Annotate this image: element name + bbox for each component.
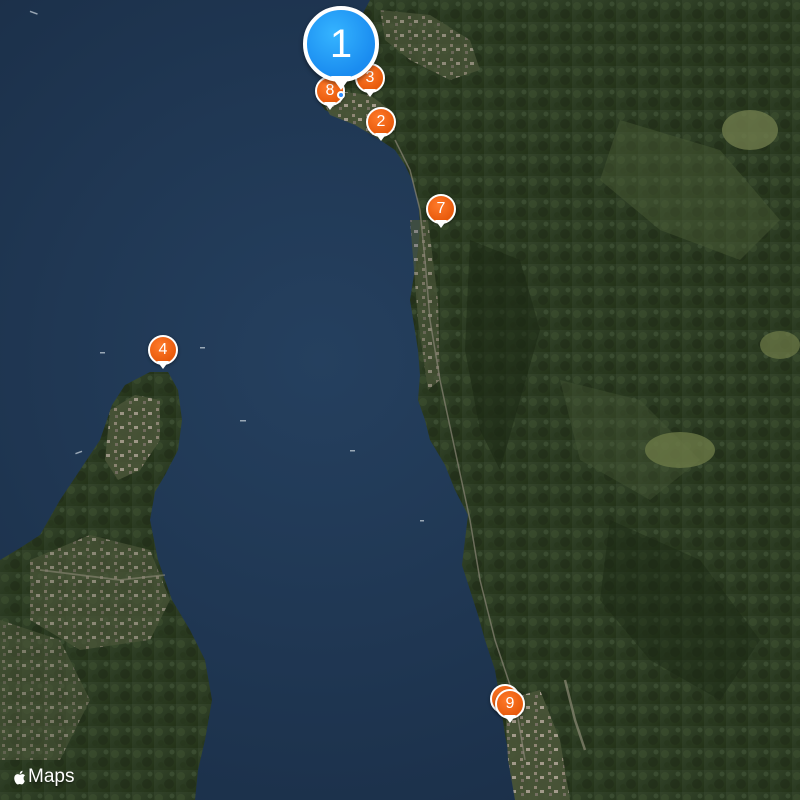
map-marker-4[interactable]: 4 <box>148 335 178 373</box>
marker-pointer <box>324 102 336 110</box>
clearing <box>760 331 800 359</box>
marker-pointer <box>157 361 169 369</box>
current-location-dot <box>337 91 345 99</box>
marker-pointer <box>375 133 387 141</box>
marker-pointer <box>331 76 351 90</box>
clearing <box>722 110 778 150</box>
attribution-label: Maps <box>28 766 75 787</box>
map-marker-1-selected[interactable]: 1 <box>303 6 379 96</box>
marker-pointer <box>435 220 447 228</box>
map-marker-9[interactable]: 9 <box>495 689 525 727</box>
clearing <box>645 432 715 468</box>
apple-logo-icon <box>14 770 25 784</box>
maps-attribution[interactable]: Maps <box>12 766 74 788</box>
satellite-imagery <box>0 0 800 800</box>
map-marker-2[interactable]: 2 <box>366 107 396 145</box>
marker-pointer <box>504 715 516 723</box>
map-view[interactable]: 8 3 2 7 4 9 1 Maps <box>0 0 800 800</box>
map-marker-7[interactable]: 7 <box>426 194 456 232</box>
